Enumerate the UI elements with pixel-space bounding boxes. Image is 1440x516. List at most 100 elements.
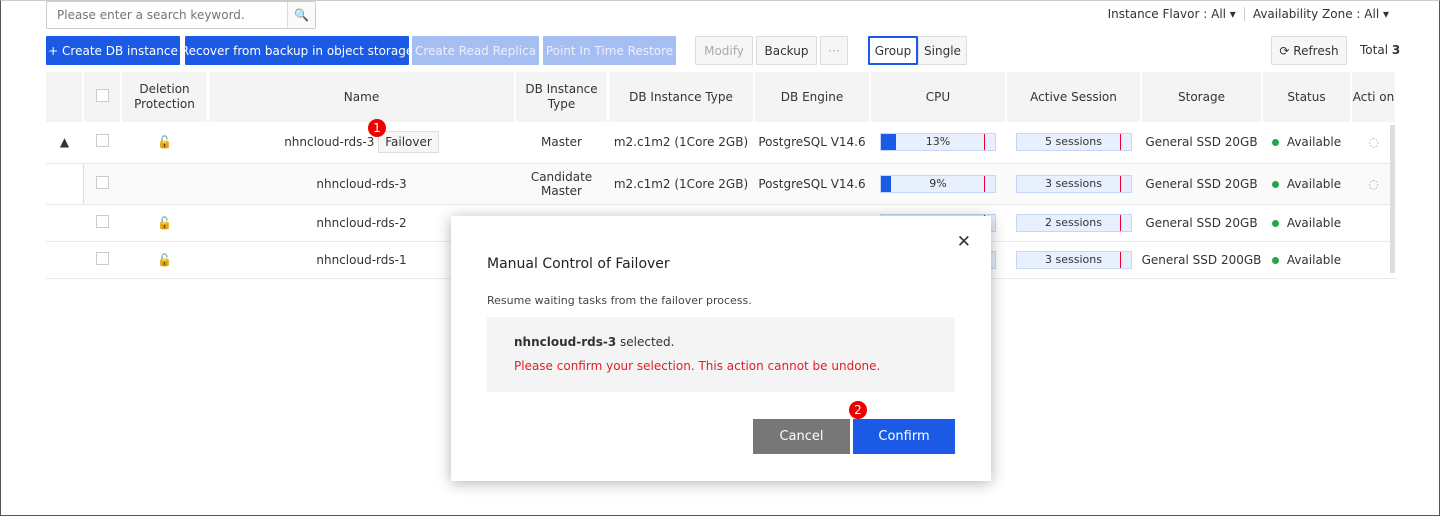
backup-button[interactable]: Backup xyxy=(756,36,817,65)
status-dot xyxy=(1271,139,1279,147)
selection-text: nhncloud-rds-3 selected. xyxy=(514,335,675,349)
modal-description: Resume waiting tasks from the failover p… xyxy=(487,294,752,307)
refresh-button[interactable]: ⟳ Refresh xyxy=(1271,36,1347,65)
session-label: 2 sessions xyxy=(1045,215,1102,229)
recover-backup-button[interactable]: Recover from backup in object storage xyxy=(181,36,413,65)
header-type: DB Instance Type xyxy=(608,72,755,122)
availability-zone-filter[interactable]: Availability Zone : All ▾ xyxy=(1253,7,1389,21)
row-checkbox[interactable] xyxy=(95,214,109,228)
selection-box: nhncloud-rds-3 selected. Please confirm … xyxy=(487,317,955,392)
status-label: Available xyxy=(1286,215,1342,230)
collapse-toggle[interactable]: ▲ xyxy=(46,122,83,164)
status-cell: Available xyxy=(1262,163,1351,205)
session-bar: 2 sessions xyxy=(1015,213,1132,232)
modify-button[interactable]: Modify xyxy=(695,36,753,65)
name-cell: nhncloud-rds-3 Failover xyxy=(208,122,515,164)
select-all-header xyxy=(83,72,122,122)
header-status: Status xyxy=(1262,72,1352,122)
session-bar: 3 sessions xyxy=(1015,174,1132,193)
deletion-protection-cell xyxy=(121,163,208,205)
role-cell: Master xyxy=(515,122,608,164)
header-name: Name xyxy=(208,72,516,122)
storage-cell: General SSD 20GB xyxy=(1141,163,1262,205)
plus-icon: + xyxy=(48,43,63,58)
header-storage: Storage xyxy=(1141,72,1263,122)
close-icon[interactable]: ✕ xyxy=(957,232,971,252)
header-action: Acti on xyxy=(1351,72,1397,122)
failover-modal: ✕ Manual Control of Failover Resume wait… xyxy=(451,216,991,481)
status-dot xyxy=(1271,219,1279,227)
header-engine: DB Engine xyxy=(754,72,871,122)
status-dot xyxy=(1271,256,1279,264)
filters: Instance Flavor : All ▾ Availability Zon… xyxy=(1108,7,1389,21)
create-label: Create DB instance xyxy=(62,43,178,58)
table-row[interactable]: nhncloud-rds-3 Candidate Master m2.c1m2 … xyxy=(46,163,1396,205)
table-header: Deletion Protection Name DB Instance Typ… xyxy=(46,72,1397,122)
session-label: 3 sessions xyxy=(1045,176,1102,190)
cpu-label: 9% xyxy=(929,176,947,190)
name-cell: nhncloud-rds-3 xyxy=(208,163,515,205)
search-box: 🔍 xyxy=(46,1,316,29)
instance-flavor-filter[interactable]: Instance Flavor : All ▾ xyxy=(1108,7,1236,21)
storage-cell: General SSD 20GB xyxy=(1141,122,1262,164)
row-checkbox[interactable] xyxy=(95,251,109,265)
status-dot xyxy=(1271,180,1279,188)
status-label: Available xyxy=(1286,135,1342,150)
instance-name: nhncloud-rds-3 xyxy=(284,135,375,150)
warning-text: Please confirm your selection. This acti… xyxy=(514,359,881,373)
table-scrollbar[interactable] xyxy=(1390,125,1395,273)
single-view-button[interactable]: Single xyxy=(918,36,967,65)
group-view-button[interactable]: Group xyxy=(868,36,918,65)
header-session: Active Session xyxy=(1006,72,1142,122)
cpu-bar: 9% xyxy=(880,174,996,193)
type-cell: m2.c1m2 (1Core 2GB) xyxy=(608,163,754,205)
divider xyxy=(1243,7,1245,21)
session-label: 3 sessions xyxy=(1045,252,1102,266)
step-2-badge: 2 xyxy=(849,401,867,419)
flavor-label: Instance Flavor : All xyxy=(1107,7,1226,21)
session-bar: 3 sessions xyxy=(1015,250,1132,269)
session-label: 5 sessions xyxy=(1045,135,1102,149)
total-value: 3 xyxy=(1391,43,1401,57)
cancel-button[interactable]: Cancel xyxy=(753,419,850,454)
row-checkbox[interactable] xyxy=(95,175,109,189)
expand-header xyxy=(46,72,84,122)
status-label: Available xyxy=(1286,252,1342,267)
step-1-badge: 1 xyxy=(368,119,386,137)
header-cpu: CPU xyxy=(870,72,1007,122)
role-cell: Candidate Master xyxy=(515,163,608,205)
storage-cell: General SSD 200GB xyxy=(1141,241,1262,279)
search-input[interactable] xyxy=(47,2,287,28)
total-label: Total xyxy=(1360,43,1389,57)
modal-title: Manual Control of Failover xyxy=(487,256,670,272)
selected-suffix: selected. xyxy=(616,335,675,349)
search-icon: 🔍 xyxy=(294,8,309,22)
header-role: DB Instance Type xyxy=(515,72,609,122)
select-all-checkbox[interactable] xyxy=(95,88,109,102)
row-checkbox[interactable] xyxy=(95,134,109,148)
table-row[interactable]: ▲ 🔓 nhncloud-rds-3 Failover Master m2.c1… xyxy=(46,122,1396,164)
failover-button[interactable]: Failover xyxy=(378,131,439,154)
create-db-instance-button[interactable]: + Create DB instance xyxy=(46,36,180,65)
engine-cell: PostgreSQL V14.6 xyxy=(754,122,870,164)
expand-cell xyxy=(46,241,83,279)
unlock-icon: 🔓 xyxy=(121,122,208,164)
engine-cell: PostgreSQL V14.6 xyxy=(754,163,870,205)
unlock-icon: 🔓 xyxy=(121,204,208,242)
search-button[interactable]: 🔍 xyxy=(287,2,315,28)
header-deletion-protection: Deletion Protection xyxy=(121,72,209,122)
confirm-button[interactable]: Confirm xyxy=(853,419,955,454)
total-count: Total 3 xyxy=(1360,43,1400,57)
create-read-replica-button[interactable]: Create Read Replica xyxy=(412,36,539,65)
expand-cell xyxy=(46,204,83,242)
status-cell: Available xyxy=(1262,122,1351,164)
type-cell: m2.c1m2 (1Core 2GB) xyxy=(608,122,754,164)
status-cell: Available xyxy=(1262,204,1351,242)
selected-name: nhncloud-rds-3 xyxy=(514,335,617,349)
point-in-time-restore-button[interactable]: Point In Time Restore xyxy=(543,36,676,65)
more-button[interactable]: ··· xyxy=(820,36,848,65)
status-cell: Available xyxy=(1262,241,1351,279)
cpu-bar: 13% xyxy=(880,133,996,152)
refresh-label: Refresh xyxy=(1293,43,1339,58)
indent-cell xyxy=(46,163,84,205)
